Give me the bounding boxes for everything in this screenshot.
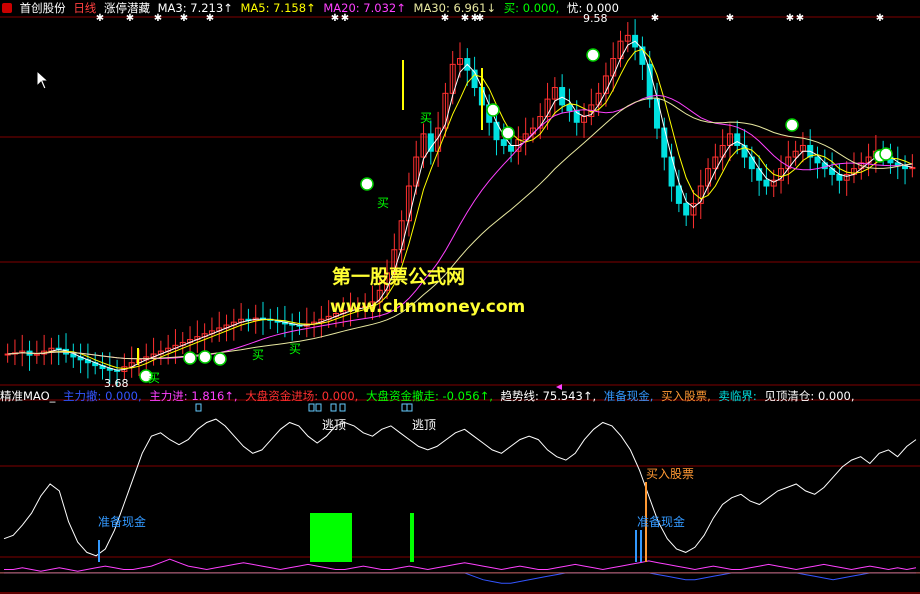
price-high-label: 9.58 xyxy=(583,12,608,25)
watermark-title: 第一股票公式网 xyxy=(332,266,466,288)
buy-smiley-10 xyxy=(879,147,893,161)
buy-smiley-2 xyxy=(198,350,212,364)
candle-body-77 xyxy=(566,104,573,112)
candle-body-76 xyxy=(559,87,566,106)
cash-label-2: 准备现金 xyxy=(637,515,686,529)
zhulichu-value: 主力撤: 0.000, xyxy=(63,389,142,403)
buy-label-1: 买 xyxy=(377,196,390,210)
price-low-label: 3.68 xyxy=(104,377,129,390)
zhulijin-value: 主力进: 1.816↑, xyxy=(149,389,238,403)
dapan-che-value: 大盘资金撤走: -0.056↑, xyxy=(365,389,493,403)
buy-label-3: 买 xyxy=(289,342,302,356)
candle-body-92 xyxy=(675,185,682,204)
mailin-label: 卖临界: xyxy=(718,389,757,403)
candle-body-101 xyxy=(741,144,748,158)
sub-series-line-2 xyxy=(4,572,916,584)
buy-value: 买: 0.000, xyxy=(503,1,560,15)
escape-label-2: 逃顶 xyxy=(412,418,437,432)
stock-icon[interactable] xyxy=(2,3,12,13)
candlestick-series xyxy=(4,19,916,388)
ma20-line xyxy=(7,94,913,360)
star-marker-14: ✱ xyxy=(796,13,804,24)
buy-label-2: 买 xyxy=(252,348,265,362)
green-signal-bar-2 xyxy=(343,513,352,562)
candle-body-104 xyxy=(763,179,770,187)
indicator-panel xyxy=(0,403,920,584)
escape-box-1 xyxy=(308,403,315,412)
green-signal-bar-1 xyxy=(327,513,343,562)
buy-label-5: 买 xyxy=(420,111,433,125)
indicator-name: 涨停潜藏 xyxy=(103,1,150,15)
star-marker-12: ✱ xyxy=(726,13,734,24)
candle-body-68 xyxy=(500,139,507,146)
escape-box-3 xyxy=(330,403,337,412)
ma3-line xyxy=(7,40,913,371)
buy-smiley-6 xyxy=(501,126,515,140)
green-signal-bar-0 xyxy=(310,513,327,562)
ma20-value: MA20: 7.032↑ xyxy=(323,1,406,15)
ma30-value: MA30: 6.961↓ xyxy=(413,1,497,15)
buy-smiley-1 xyxy=(183,351,197,365)
chart-annotations: ✱ ✱ ✱ ✱ ✱ ✱ ✱ ✱ ✱ ✱✱ ✱ ✱ ✱ ✱ ✱ xyxy=(96,13,893,390)
mairu-label: 买入股票, xyxy=(661,389,711,403)
candle-body-111 xyxy=(814,156,821,164)
escape-label-1: 逃顶 xyxy=(322,418,347,432)
ma5-line xyxy=(7,48,913,370)
escape-box-6 xyxy=(406,403,413,412)
star-marker-13: ✱ xyxy=(786,13,794,24)
period-label[interactable]: 日线 xyxy=(73,1,96,15)
dapan-jin-value: 大盘资金进场: 0.000, xyxy=(245,389,359,403)
sub-series-line-0 xyxy=(3,418,917,557)
star-marker-11: ✱ xyxy=(651,13,659,24)
moving-average-lines xyxy=(7,40,913,371)
mouse-cursor-icon xyxy=(36,70,50,90)
ma5-value: MA5: 7.158↑ xyxy=(240,1,316,15)
buy-smiley-7 xyxy=(586,48,600,62)
jianding-value: 见顶清仓: 0.000, xyxy=(764,389,855,403)
stock-name: 首创股份 xyxy=(19,1,66,15)
cash-label-1: 准备现金 xyxy=(98,515,147,529)
green-signal-bar-3 xyxy=(410,513,414,562)
zhunbei-label: 准备现金, xyxy=(603,389,654,403)
candle-body-93 xyxy=(683,202,690,216)
buy-smiley-8 xyxy=(785,118,799,132)
star-marker-15: ✱ xyxy=(876,13,884,24)
indicator-header: 精准MAO_ 主力撤: 0.000, 主力进: 1.816↑, 大盘资金进场: … xyxy=(0,388,859,404)
watermark-url: www.chnmoney.com xyxy=(330,297,526,317)
sub-series-line-1 xyxy=(4,558,917,572)
escape-box-4 xyxy=(339,403,346,412)
indicator-title: 精准MAO_ xyxy=(0,389,56,403)
candle-body-102 xyxy=(748,156,755,170)
candle-body-69 xyxy=(508,144,515,152)
buy-smiley-4 xyxy=(360,177,374,191)
escape-box-2 xyxy=(315,403,322,412)
buy-smiley-3 xyxy=(213,352,227,366)
buy-stock-label: 买入股票 xyxy=(646,467,695,481)
qushi-value: 趋势线: 75.543↑, xyxy=(500,389,597,403)
escape-box-5 xyxy=(401,403,408,412)
candle-body-100 xyxy=(734,133,741,146)
main-header: 首创股份 日线 涨停潜藏 MA3: 7.213↑ MA5: 7.158↑ MA2… xyxy=(0,0,623,16)
ma3-value: MA3: 7.213↑ xyxy=(157,1,233,15)
escape-box-0 xyxy=(195,403,202,412)
buy-label-4: 买 xyxy=(148,371,161,385)
buy-smiley-5 xyxy=(486,103,500,117)
candle-body-58 xyxy=(427,133,434,152)
candle-body-90 xyxy=(661,127,668,158)
